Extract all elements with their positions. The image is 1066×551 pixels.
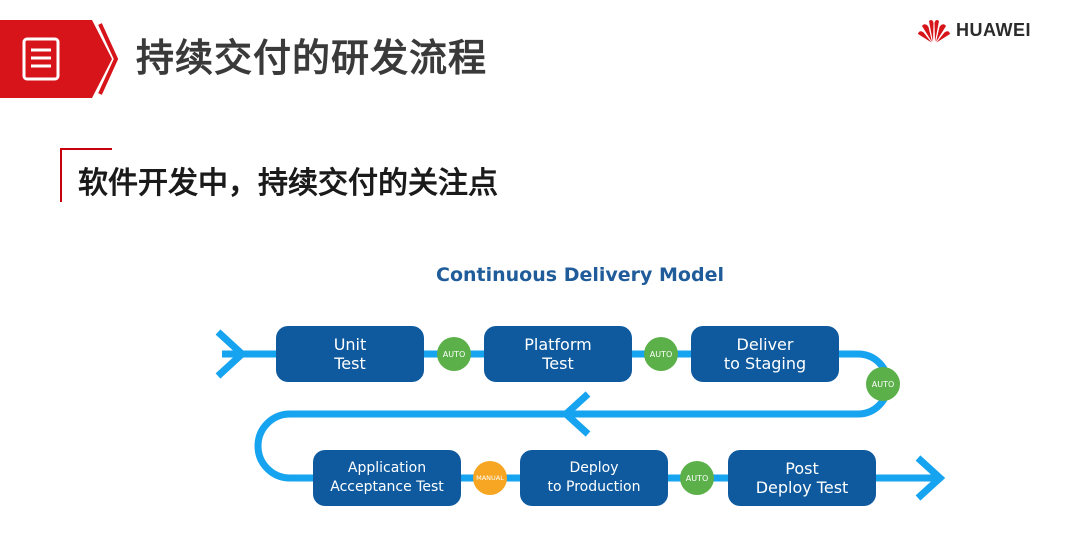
- gate-label: AUTO: [442, 349, 466, 359]
- gate-label: AUTO: [871, 379, 895, 389]
- stage-label-line: Post: [785, 459, 819, 478]
- stage-label: Deliver to Staging: [691, 326, 839, 382]
- stage-label-line: Platform: [524, 335, 592, 354]
- stage-label: Platform Test: [484, 326, 632, 382]
- stage-label: Unit Test: [276, 326, 424, 382]
- stage-label-line: Deliver: [736, 335, 794, 354]
- gate-label: AUTO: [649, 349, 673, 359]
- stage-label-line: Application: [347, 460, 427, 476]
- stage-label: Application Acceptance Test: [313, 450, 461, 506]
- stage-label: Deploy to Production: [520, 450, 668, 506]
- stage-label-line: Test: [334, 354, 366, 373]
- stage-label-line: Deploy Test: [755, 478, 849, 497]
- stage-label-line: Test: [542, 354, 574, 373]
- gate-label: MANUAL: [476, 474, 504, 482]
- stage-label-line: to Production: [547, 479, 641, 495]
- stage-label-line: to Staging: [723, 354, 807, 373]
- stage-label-line: Deploy: [569, 460, 619, 476]
- stage-label: Post Deploy Test: [728, 450, 876, 506]
- gate-label: AUTO: [685, 473, 709, 483]
- stage-label-line: Acceptance Test: [330, 479, 444, 495]
- stage-label-line: Unit: [333, 335, 367, 354]
